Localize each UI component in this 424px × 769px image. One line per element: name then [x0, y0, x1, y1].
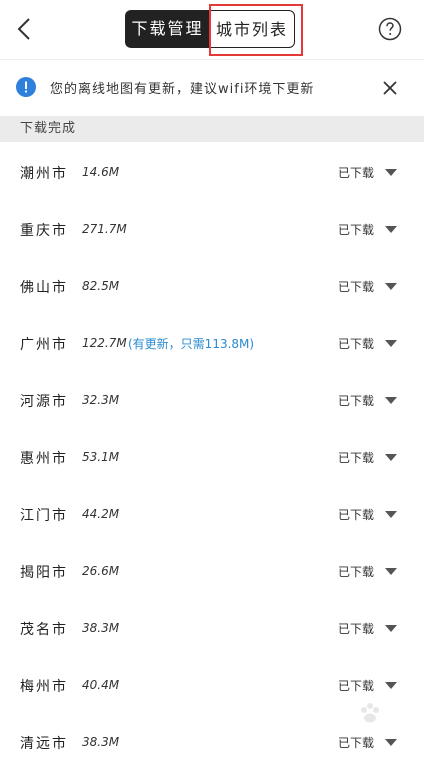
city-name: 佛山市	[20, 280, 68, 296]
download-status: 已下载	[338, 394, 375, 408]
city-name: 揭阳市	[20, 565, 68, 581]
question-circle-icon	[378, 17, 402, 41]
city-size: 271.7M	[82, 222, 127, 236]
download-status: 已下载	[338, 337, 375, 351]
download-status: 已下载	[338, 622, 375, 636]
download-status: 已下载	[338, 166, 375, 180]
city-size: 44.2M	[82, 507, 120, 521]
chevron-left-icon	[17, 18, 30, 40]
tab-download-manager[interactable]: 下载管理	[125, 10, 210, 48]
city-size: 38.3M	[82, 621, 120, 635]
download-status: 已下载	[338, 223, 375, 237]
tab-city-list[interactable]: 城市列表	[210, 10, 295, 48]
list-item[interactable]: 揭阳市 26.6M 已下载	[0, 541, 424, 598]
caret-down-icon[interactable]	[385, 340, 397, 347]
download-status: 已下载	[338, 451, 375, 465]
update-notice-banner: 您的离线地图有更新，建议wifi环境下更新	[0, 59, 424, 116]
city-name: 河源市	[20, 394, 68, 410]
caret-down-icon[interactable]	[385, 739, 397, 746]
close-notice-button[interactable]	[380, 78, 400, 98]
download-status: 已下载	[338, 280, 375, 294]
download-status: 已下载	[338, 508, 375, 522]
city-size: 32.3M	[82, 393, 120, 407]
segmented-control: 下载管理 城市列表	[125, 10, 295, 48]
city-list: 潮州市 14.6M 已下载 重庆市 271.7M 已下载 佛山市 82.5M 已…	[0, 142, 424, 769]
city-size: 122.7M	[82, 336, 127, 350]
city-name: 茂名市	[20, 622, 68, 638]
city-name: 清远市	[20, 736, 68, 752]
caret-down-icon[interactable]	[385, 511, 397, 518]
city-name: 江门市	[20, 508, 68, 524]
download-status: 已下载	[338, 565, 375, 579]
notice-text: 您的离线地图有更新，建议wifi环境下更新	[50, 82, 315, 97]
city-size: 40.4M	[82, 678, 120, 692]
caret-down-icon[interactable]	[385, 169, 397, 176]
download-status: 已下载	[338, 679, 375, 693]
list-item[interactable]: 惠州市 53.1M 已下载	[0, 427, 424, 484]
section-header-downloaded: 下载完成	[0, 116, 424, 142]
caret-down-icon[interactable]	[385, 682, 397, 689]
city-name: 潮州市	[20, 166, 68, 182]
caret-down-icon[interactable]	[385, 625, 397, 632]
city-size: 82.5M	[82, 279, 120, 293]
city-name: 重庆市	[20, 223, 68, 239]
city-size: 53.1M	[82, 450, 120, 464]
city-size: 26.6M	[82, 564, 120, 578]
caret-down-icon[interactable]	[385, 397, 397, 404]
list-item[interactable]: 河源市 32.3M 已下载	[0, 370, 424, 427]
city-size: 14.6M	[82, 165, 120, 179]
info-circle-icon	[16, 77, 36, 97]
caret-down-icon[interactable]	[385, 454, 397, 461]
city-name: 梅州市	[20, 679, 68, 695]
list-item[interactable]: 广州市 122.7M (有更新，只需113.8M) 已下载	[0, 313, 424, 370]
city-size: 38.3M	[82, 735, 120, 749]
city-name: 广州市	[20, 337, 68, 353]
top-bar: 下载管理 城市列表	[0, 0, 424, 58]
close-icon	[383, 81, 397, 95]
caret-down-icon[interactable]	[385, 568, 397, 575]
list-item[interactable]: 潮州市 14.6M 已下载	[0, 142, 424, 199]
caret-down-icon[interactable]	[385, 283, 397, 290]
update-available-label[interactable]: (有更新，只需113.8M)	[128, 335, 254, 352]
baidu-watermark-logo	[306, 700, 416, 740]
list-item[interactable]: 江门市 44.2M 已下载	[0, 484, 424, 541]
list-item[interactable]: 佛山市 82.5M 已下载	[0, 256, 424, 313]
list-item[interactable]: 茂名市 38.3M 已下载	[0, 598, 424, 655]
list-item[interactable]: 重庆市 271.7M 已下载	[0, 199, 424, 256]
city-name: 惠州市	[20, 451, 68, 467]
help-button[interactable]	[378, 17, 402, 41]
caret-down-icon[interactable]	[385, 226, 397, 233]
back-button[interactable]	[12, 14, 40, 44]
